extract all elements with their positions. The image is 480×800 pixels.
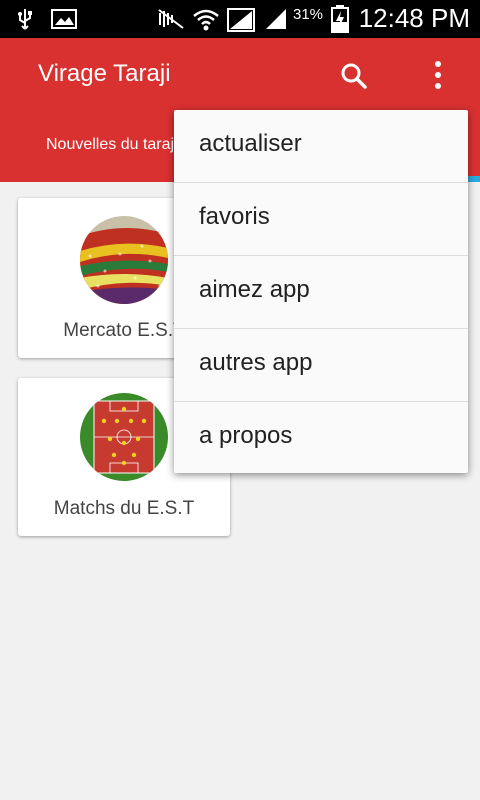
signal-icon [227, 8, 255, 32]
signal-bars-icon [266, 9, 286, 29]
card-label: Matchs du E.S.T [53, 498, 195, 519]
menu-item-label: autres app [199, 349, 313, 376]
app-title: Virage Taraji [38, 60, 171, 87]
status-bar: 31% 12:48 PM [0, 0, 480, 38]
search-icon[interactable] [338, 60, 370, 92]
wifi-icon [193, 9, 219, 31]
menu-item-autres-app[interactable]: autres app [174, 329, 468, 402]
matchs-image [80, 393, 168, 481]
battery-charging-icon [331, 5, 349, 33]
more-vert-icon[interactable] [424, 58, 452, 92]
usb-icon [18, 9, 32, 30]
image-icon [51, 9, 77, 29]
menu-item-aimez-app[interactable]: aimez app [174, 256, 468, 329]
menu-item-actualiser[interactable]: actualiser [174, 110, 468, 183]
mercato-image [80, 216, 168, 304]
tab-news[interactable]: Nouvelles du taraji [46, 136, 178, 154]
overflow-menu: actualiser favoris aimez app autres app … [174, 110, 468, 473]
menu-item-label: a propos [199, 422, 293, 449]
menu-item-label: aimez app [199, 276, 310, 303]
menu-item-favoris[interactable]: favoris [174, 183, 468, 256]
battery-percent: 31% [293, 6, 324, 23]
menu-item-label: favoris [199, 203, 270, 230]
menu-item-a-propos[interactable]: a propos [174, 402, 468, 474]
mute-icon [158, 9, 184, 29]
menu-item-label: actualiser [199, 130, 302, 157]
clock: 12:48 PM [358, 3, 470, 33]
